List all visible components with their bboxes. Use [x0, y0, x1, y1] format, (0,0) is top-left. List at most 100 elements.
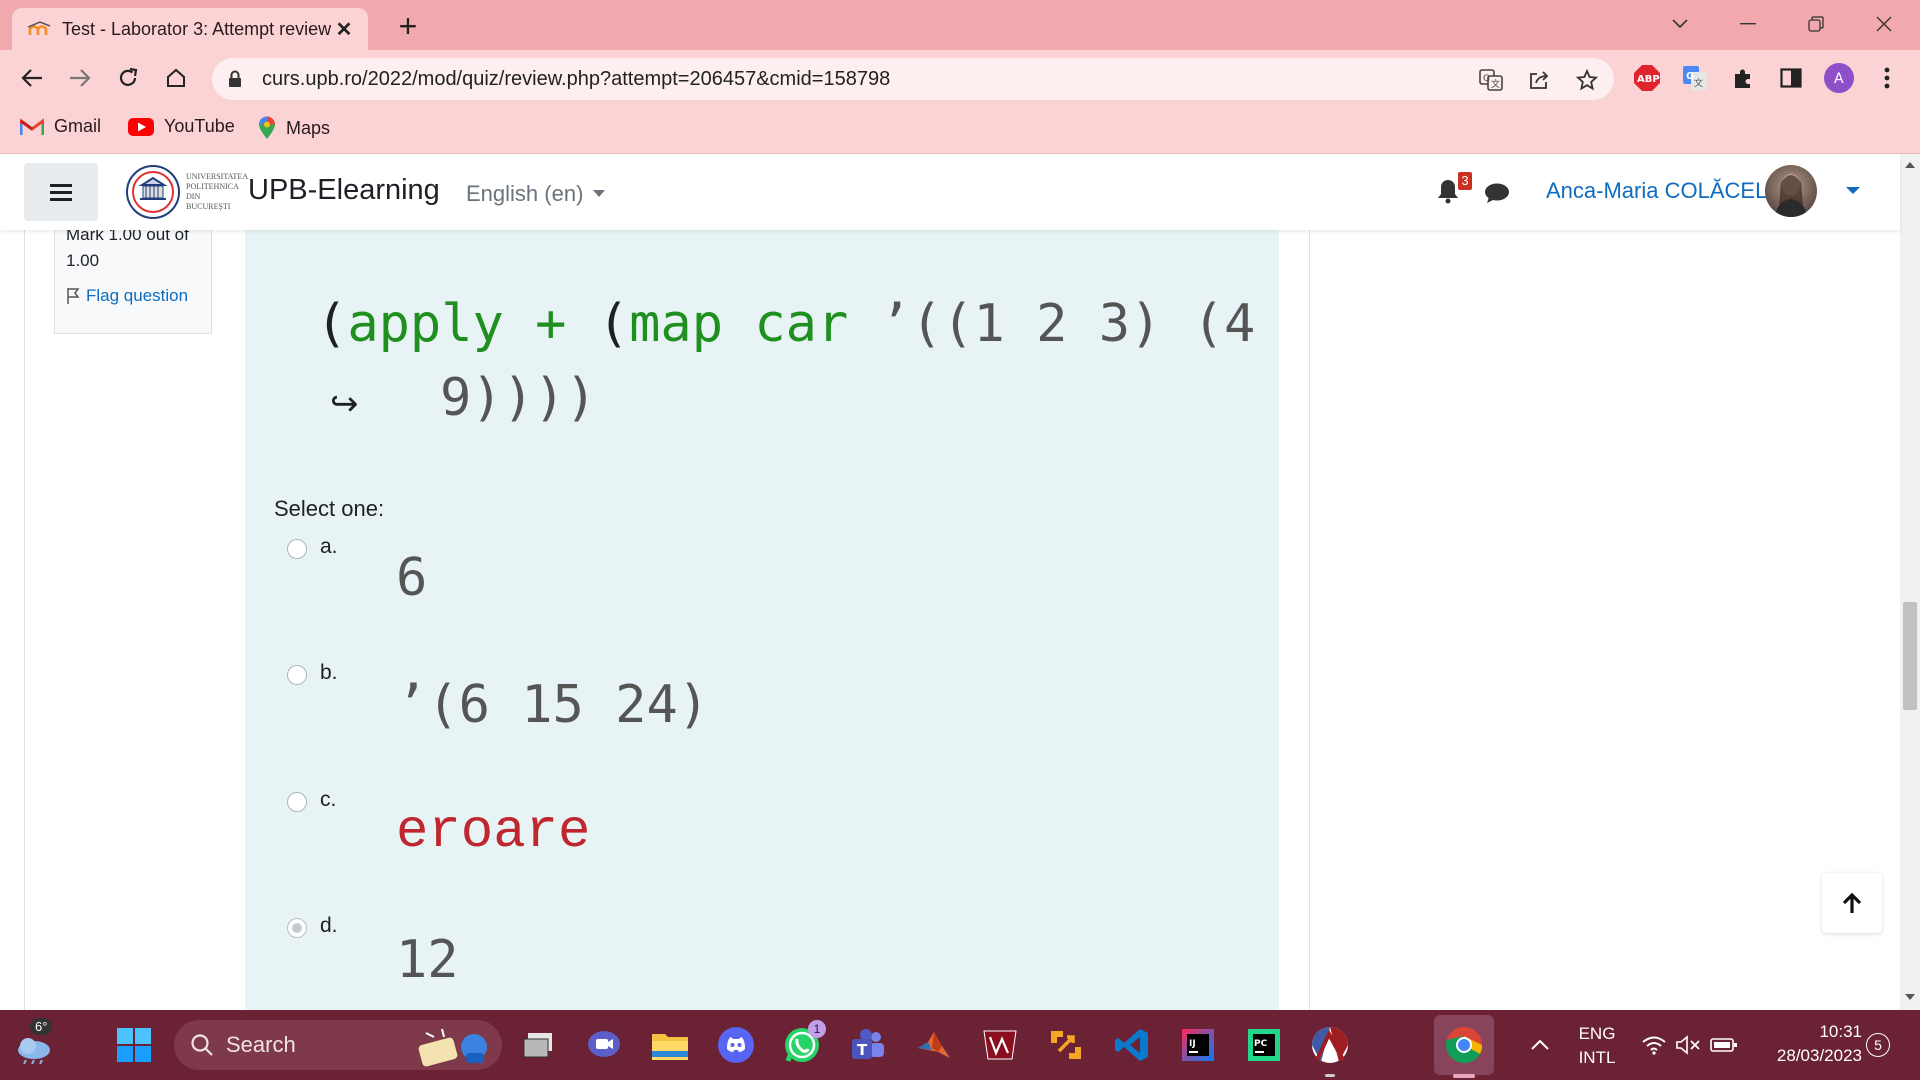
extensions-puzzle-icon[interactable]	[1728, 63, 1758, 93]
svg-text:T: T	[857, 1041, 868, 1059]
share-icon[interactable]	[1526, 67, 1552, 93]
option-a-value: 6	[396, 548, 428, 608]
svg-text:A: A	[1834, 71, 1844, 87]
option-d-radio[interactable]	[287, 918, 307, 938]
back-arrow-icon[interactable]	[14, 60, 50, 96]
caret-down-icon	[593, 190, 606, 197]
browser-tab[interactable]: Test - Laborator 3: Attempt review ✕	[12, 8, 368, 50]
language-label: English (en)	[466, 181, 584, 206]
drawer-toggle-button[interactable]	[24, 163, 98, 221]
svg-text:PC: PC	[1254, 1039, 1268, 1049]
messages-chat-icon[interactable]	[1484, 182, 1510, 209]
option-b-radio[interactable]	[287, 665, 307, 685]
option-b-value: ’(6 15 24)	[396, 675, 710, 735]
vscode-icon[interactable]	[1112, 1025, 1152, 1065]
code-keyword-car: car	[754, 294, 849, 354]
bookmark-youtube[interactable]: YouTube	[128, 116, 235, 137]
tray-chevron-up-icon[interactable]	[1520, 1025, 1560, 1065]
discord-icon[interactable]	[716, 1025, 756, 1065]
moodle-navbar: UNIVERSITATEA POLITEHNICA DIN BUCUREȘTI …	[0, 154, 1900, 230]
home-icon[interactable]	[158, 60, 194, 96]
logisim-icon[interactable]	[980, 1025, 1020, 1065]
close-tab-icon[interactable]: ✕	[332, 17, 356, 42]
lock-icon[interactable]	[228, 70, 242, 93]
bookmark-star-icon[interactable]	[1574, 67, 1600, 93]
chrome-icon[interactable]	[1444, 1025, 1484, 1065]
taskbar-search-box[interactable]: Search	[174, 1020, 502, 1070]
speaker-muted-icon[interactable]	[1668, 1025, 1708, 1065]
battery-icon[interactable]	[1704, 1025, 1744, 1065]
option-a-letter: a.	[320, 535, 338, 558]
line-continuation-icon: ↪	[330, 385, 359, 423]
file-explorer-icon[interactable]	[650, 1025, 690, 1065]
pycharm-icon[interactable]: PC	[1244, 1025, 1284, 1065]
new-tab-icon[interactable]: +	[390, 8, 426, 44]
google-translate-extension-icon[interactable]: G文	[1680, 63, 1710, 93]
code-keyword-plus: +	[535, 294, 567, 354]
profile-avatar-icon[interactable]: A	[1824, 63, 1854, 93]
close-window-icon[interactable]	[1864, 8, 1904, 40]
notifications-bell-icon[interactable]	[1436, 178, 1460, 209]
code-keyword-map: map	[629, 294, 724, 354]
flag-icon	[67, 288, 80, 304]
intellij-icon[interactable]: IJ	[1178, 1025, 1218, 1065]
teams-chat-icon[interactable]	[584, 1025, 624, 1065]
adblock-plus-icon[interactable]: ABP	[1632, 63, 1662, 93]
upb-logo[interactable]: UNIVERSITATEA POLITEHNICA DIN BUCUREȘTI	[126, 164, 248, 220]
side-panel-icon[interactable]	[1776, 63, 1806, 93]
tab-search-chevron-icon[interactable]	[1660, 8, 1700, 40]
user-menu-caret-icon[interactable]	[1846, 187, 1860, 194]
search-highlight-illustration-icon	[418, 1028, 487, 1067]
flag-question-link[interactable]: Flag question	[66, 286, 188, 306]
forward-arrow-icon[interactable]	[62, 60, 98, 96]
bookmark-maps[interactable]: Maps	[258, 116, 330, 140]
bookmark-gmail[interactable]: Gmail	[20, 116, 101, 137]
upb-seal-icon	[126, 165, 180, 219]
minimize-icon[interactable]	[1728, 8, 1768, 40]
flag-question-label: Flag question	[86, 286, 189, 305]
bookmark-label: Maps	[286, 117, 331, 138]
tab-title: Test - Laborator 3: Attempt review	[62, 18, 332, 39]
clock[interactable]: 10:31 28/03/2023	[1752, 1020, 1862, 1068]
site-name[interactable]: UPB-Elearning	[248, 174, 440, 207]
browser-toolbar: curs.upb.ro/2022/mod/quiz/review.php?att…	[0, 50, 1920, 106]
scroll-down-icon[interactable]	[1905, 994, 1915, 1000]
user-avatar[interactable]	[1765, 165, 1817, 217]
url-text[interactable]: curs.upb.ro/2022/mod/quiz/review.php?att…	[262, 68, 890, 91]
bookmark-label: Gmail	[54, 116, 102, 136]
option-c-radio[interactable]	[287, 792, 307, 812]
task-view-icon[interactable]	[518, 1025, 558, 1065]
notification-center-badge[interactable]: 5	[1866, 1033, 1890, 1057]
lang-line-1: ENG	[1578, 1024, 1616, 1043]
scroll-up-icon[interactable]	[1905, 162, 1915, 168]
windows-start-icon[interactable]	[114, 1025, 154, 1065]
youtube-icon	[128, 117, 154, 136]
code-list: ’((1 2 3) (4	[848, 294, 1256, 354]
racket-icon[interactable]	[1310, 1025, 1350, 1065]
input-language[interactable]: ENG INTL	[1576, 1022, 1618, 1070]
transfer-tool-icon[interactable]	[1046, 1025, 1086, 1065]
user-name[interactable]: Anca-Maria COLĂCEL	[1546, 178, 1767, 204]
page-scrollbar[interactable]	[1900, 154, 1920, 1010]
microsoft-teams-icon[interactable]: T	[848, 1025, 888, 1065]
translate-icon[interactable]: G文	[1478, 67, 1504, 93]
restore-icon[interactable]	[1796, 8, 1836, 40]
reload-icon[interactable]	[110, 60, 146, 96]
hamburger-icon	[50, 184, 72, 201]
option-a-radio[interactable]	[287, 539, 307, 559]
bookmark-label: YouTube	[164, 116, 235, 136]
svg-text:文: 文	[1491, 78, 1500, 90]
address-bar[interactable]: curs.upb.ro/2022/mod/quiz/review.php?att…	[212, 58, 1614, 100]
browser-menu-icon[interactable]	[1872, 63, 1902, 93]
back-to-top-button[interactable]	[1822, 873, 1882, 933]
option-c-value: eroare	[396, 802, 591, 863]
arrow-up-icon	[1842, 892, 1862, 913]
matlab-icon[interactable]	[914, 1025, 954, 1065]
language-menu[interactable]: English (en)	[466, 181, 606, 207]
svg-text:G: G	[1483, 74, 1490, 84]
scrollbar-thumb[interactable]	[1903, 602, 1917, 710]
svg-text:ABP: ABP	[1637, 74, 1660, 85]
chrome-active-indicator	[1453, 1074, 1475, 1078]
option-d-value: 12	[396, 930, 459, 990]
